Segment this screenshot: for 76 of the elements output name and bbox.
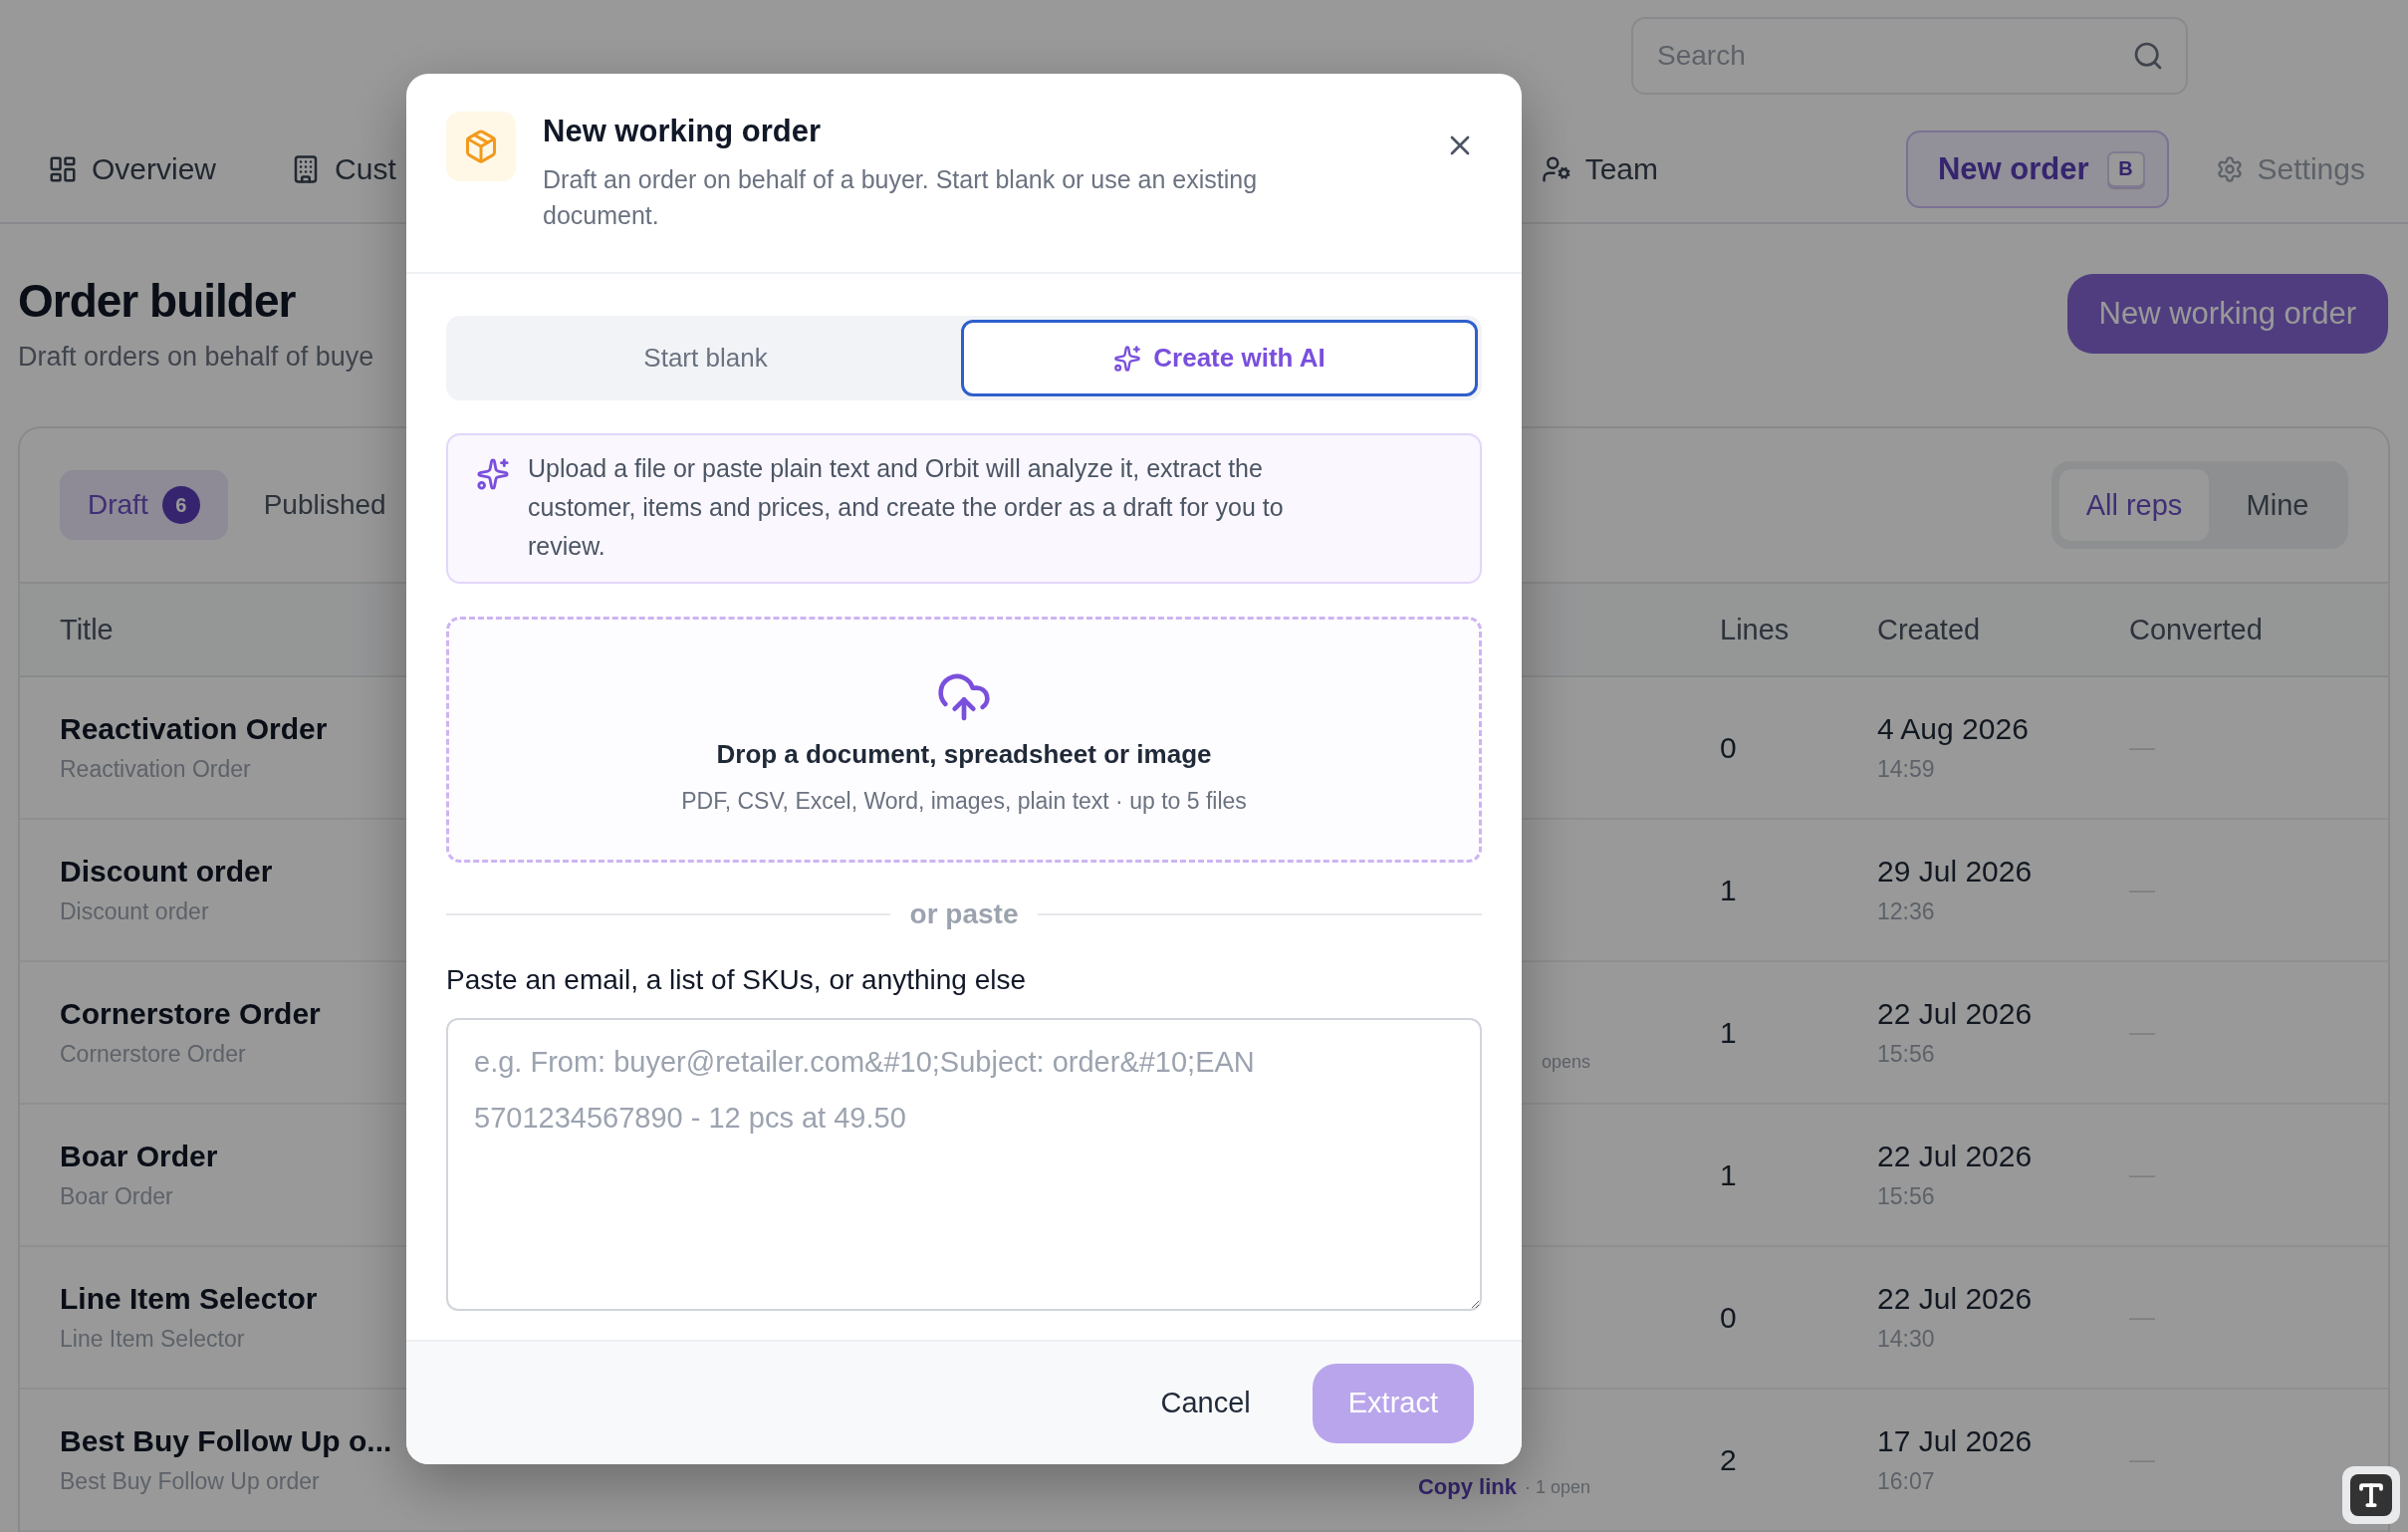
filter-option[interactable]: Mine [2215, 469, 2340, 541]
created-date: 17 Jul 2026 [1877, 1424, 2033, 1458]
status-tab[interactable]: Published [235, 470, 414, 540]
created-time: 16:07 [1877, 1468, 1935, 1495]
search-field[interactable]: Search [1631, 17, 2188, 95]
order-subtitle: Best Buy Follow Up order [60, 1468, 320, 1495]
order-subtitle: Reactivation Order [60, 756, 251, 783]
status-tab[interactable]: Draft 6 [60, 470, 228, 540]
settings-icon [2215, 154, 2244, 183]
created-date: 29 Jul 2026 [1877, 855, 2033, 889]
converted-cell-text: — [2129, 1444, 2156, 1475]
nav-item[interactable]: Overview [48, 151, 217, 186]
sparkles-icon [1113, 344, 1142, 373]
cancel-button[interactable]: Cancel [1146, 1379, 1265, 1427]
order-subtitle: Discount order [60, 898, 209, 925]
order-title[interactable]: Discount order [60, 855, 273, 889]
page-title: Order builder [18, 274, 297, 329]
converted-cell-text: — [2129, 875, 2156, 905]
drop-zone[interactable]: Drop a document, spreadsheet or image PDF, CSV, Excel, Word, images, plain text · up to 5 files [446, 617, 1482, 863]
created-time: 15:56 [1877, 1041, 1935, 1068]
converted-cell-text: — [2129, 1302, 2156, 1333]
created-date: 22 Jul 2026 [1877, 997, 2033, 1031]
order-subtitle: Line Item Selector [60, 1326, 245, 1353]
lines-cell-text: 1 [1720, 873, 1738, 907]
dialog-description: Draft an order on behalf of a buyer. Start blank or use an existing document. [543, 164, 1259, 231]
nav-item[interactable]: Cust [291, 151, 396, 186]
paste-label: Paste an email, a list of SKUs, or anything else [446, 964, 1028, 996]
search-icon [2132, 40, 2164, 72]
order-title[interactable]: Line Item Selector [60, 1282, 318, 1316]
opens-note: · 1 open [1524, 1476, 1590, 1498]
divider-label: or paste [909, 898, 1019, 930]
lines-cell-text: 0 [1720, 1300, 1738, 1335]
converted-cell-text: — [2129, 1159, 2156, 1190]
mode-tab[interactable]: Start blank [450, 320, 961, 396]
created-time: 14:30 [1877, 1326, 1935, 1353]
count-badge: 6 [161, 486, 200, 524]
order-title[interactable]: Boar Order [60, 1140, 218, 1173]
column-header: Created [1877, 613, 1981, 646]
column-header: Lines [1720, 613, 1790, 646]
info-text: Upload a file or paste plain text and Orbit will analyze it, extract the customer, items and prices, and create the order as a draft for you to review. [528, 453, 1285, 562]
order-title[interactable]: Cornerstore Order [60, 997, 321, 1031]
created-date: 22 Jul 2026 [1877, 1282, 2033, 1316]
filter-option[interactable]: All reps [2059, 469, 2209, 541]
converted-cell-text: — [2129, 732, 2156, 763]
lines-cell-text: 2 [1720, 1442, 1738, 1477]
dialog-title: New working order [543, 114, 823, 149]
column-header: Title [60, 613, 114, 646]
order-subtitle: Cornerstore Order [60, 1041, 246, 1068]
page-subtitle: Draft orders on behalf of buye [18, 342, 374, 374]
created-date: 4 Aug 2026 [1877, 712, 2029, 746]
order-title[interactable]: Reactivation Order [60, 712, 328, 746]
paste-field[interactable]: e.g. From: buyer@retailer.com&#10;Subject: order&#10;EAN 5701234567890 - 12 pcs at 49.50 [446, 1018, 1482, 1311]
floating-tool-button[interactable] [2342, 1466, 2400, 1524]
shortcut-key: B [2106, 150, 2145, 187]
order-title[interactable]: Best Buy Follow Up o... [60, 1424, 392, 1458]
opens-note: opens [1541, 1052, 1590, 1073]
lines-cell-text: 0 [1720, 730, 1738, 765]
copy-link[interactable]: Copy link [1417, 1474, 1517, 1500]
drop-title: Drop a document, spreadsheet or image [716, 739, 1212, 770]
drop-hint: PDF, CSV, Excel, Word, images, plain text · up to 5 files [681, 788, 1247, 815]
package-icon [463, 128, 499, 164]
column-header: Converted [2129, 613, 2263, 646]
nav-item[interactable]: Team [1541, 151, 1658, 186]
mode-tab[interactable]: Create with AI [961, 320, 1478, 396]
created-time: 14:59 [1877, 756, 1935, 783]
type-icon [2356, 1480, 2386, 1510]
lines-cell-text: 1 [1720, 1015, 1738, 1050]
new-working-order-button[interactable]: New working order [2066, 274, 2388, 355]
sparkles-icon [476, 457, 510, 491]
converted-cell-text: — [2129, 1017, 2156, 1048]
created-time: 15:56 [1877, 1183, 1935, 1210]
new-order-button[interactable]: New order B [1906, 129, 2169, 208]
lines-cell-text: 1 [1720, 1157, 1738, 1192]
created-time: 12:36 [1877, 898, 1935, 925]
created-date: 22 Jul 2026 [1877, 1140, 2033, 1173]
order-subtitle: Boar Order [60, 1183, 173, 1210]
